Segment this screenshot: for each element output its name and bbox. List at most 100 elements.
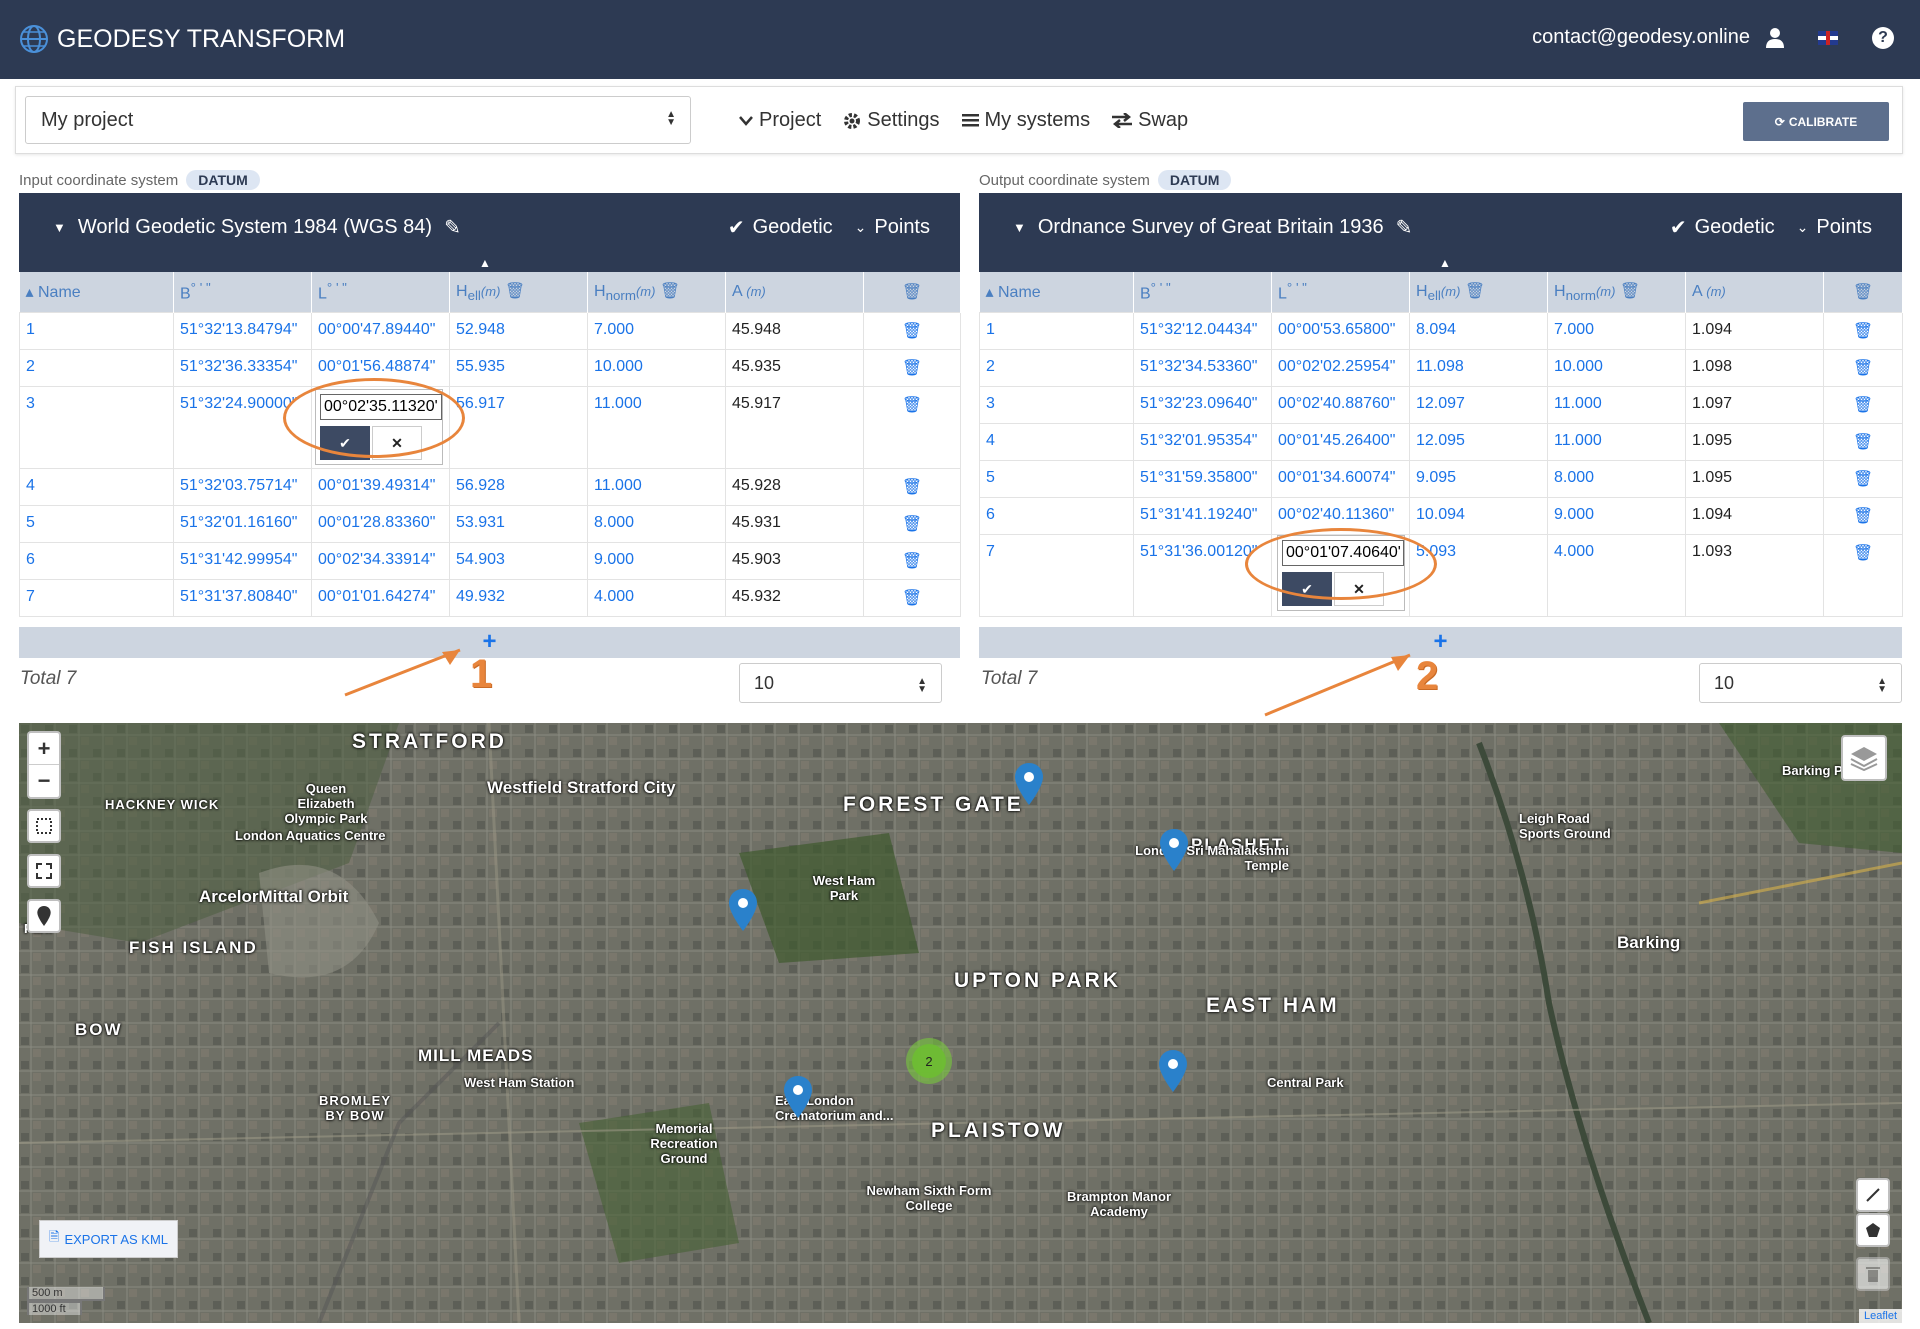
ellipsoidal-height[interactable]: 54.903 [449, 541, 588, 580]
trash-icon[interactable]: 🗑 [1620, 283, 1640, 300]
map-marker-icon[interactable] [784, 1076, 812, 1118]
normal-height[interactable]: 7.000 [1547, 311, 1686, 350]
marker-cluster[interactable]: 2 [906, 1038, 952, 1084]
normal-height[interactable]: 11.000 [1547, 385, 1686, 424]
point-name[interactable]: 5 [979, 459, 1134, 498]
inline-edit-input[interactable] [320, 394, 442, 420]
location-marker-icon[interactable] [27, 899, 61, 933]
user-icon[interactable] [1766, 27, 1784, 48]
latitude[interactable]: 51°32'13.84794" [173, 311, 312, 350]
point-name[interactable]: 6 [19, 541, 174, 580]
delete-row-icon[interactable]: 🗑 [1823, 422, 1903, 461]
col-b[interactable]: B° ' " [1133, 272, 1272, 312]
add-point-button[interactable]: + [979, 626, 1902, 658]
collapse-chevron-icon[interactable]: ▲ [1439, 256, 1451, 270]
draw-line-icon[interactable] [1856, 1178, 1890, 1212]
latitude[interactable]: 51°32'36.33354" [173, 348, 312, 387]
map-marker-icon[interactable] [1159, 1050, 1187, 1092]
select-area-icon[interactable] [27, 809, 61, 843]
table-row[interactable]: 3 51°32'24.90000" 56.917 11.000 45.917 🗑 [19, 385, 961, 469]
latitude[interactable]: 51°32'01.16160" [173, 504, 312, 543]
normal-height[interactable]: 11.000 [587, 467, 726, 506]
collapse-chevron-icon[interactable]: ▲ [479, 256, 491, 270]
ellipsoidal-height[interactable]: 8.094 [1409, 311, 1548, 350]
edit-icon[interactable]: ✎ [1396, 215, 1413, 240]
ellipsoidal-height[interactable]: 52.948 [449, 311, 588, 350]
delete-row-icon[interactable]: 🗑 [863, 541, 961, 580]
calibrate-button[interactable]: ⟳ CALIBRATE [1743, 102, 1889, 141]
ellipsoidal-height[interactable]: 56.917 [449, 385, 588, 469]
confirm-edit-button[interactable]: ✔ [1282, 572, 1332, 606]
ellipsoidal-height[interactable]: 5.093 [1409, 533, 1548, 617]
points-dropdown[interactable]: ⌄ Points [855, 215, 930, 240]
delete-row-icon[interactable]: 🗑 [1823, 533, 1903, 617]
ellipsoidal-height[interactable]: 10.094 [1409, 496, 1548, 535]
table-row[interactable]: 7 51°31'37.80840" 00°01'01.64274" 49.932 4.0… [19, 578, 961, 617]
ellipsoidal-height[interactable]: 12.095 [1409, 422, 1548, 461]
help-icon[interactable]: ? [1872, 26, 1894, 49]
delete-row-icon[interactable]: 🗑 [863, 348, 961, 387]
point-name[interactable]: 2 [19, 348, 174, 387]
cancel-edit-button[interactable]: ✕ [1334, 572, 1384, 606]
point-name[interactable]: 3 [979, 385, 1134, 424]
latitude[interactable]: 51°31'59.35800" [1133, 459, 1272, 498]
map-marker-icon[interactable] [1160, 829, 1188, 871]
latitude[interactable]: 51°31'41.19240" [1133, 496, 1272, 535]
delete-all-icon[interactable]: 🗑 [863, 272, 961, 312]
ellipsoidal-height[interactable]: 56.928 [449, 467, 588, 506]
normal-height[interactable]: 10.000 [1547, 348, 1686, 387]
col-h-ell[interactable]: Hell(m) 🗑 [1409, 272, 1548, 312]
latitude[interactable]: 51°32'12.04434" [1133, 311, 1272, 350]
geodetic-toggle[interactable]: ✔ Geodetic [728, 215, 833, 240]
longitude[interactable]: 00°00'47.89440" [311, 311, 450, 350]
col-h-norm[interactable]: Hnorm(m) 🗑 [587, 272, 726, 312]
ellipsoidal-height[interactable]: 53.931 [449, 504, 588, 543]
col-name[interactable]: ▴ Name [19, 272, 174, 312]
export-kml-button[interactable]: 🗎 EXPORT AS KML [39, 1220, 178, 1258]
zoom-out-button[interactable]: − [29, 765, 59, 797]
trash-icon[interactable]: 🗑 [505, 283, 525, 300]
table-row[interactable]: 1 51°32'13.84794" 00°00'47.89440" 52.948 7.0… [19, 311, 961, 350]
point-name[interactable]: 5 [19, 504, 174, 543]
uk-flag-icon[interactable] [1818, 30, 1838, 45]
project-select[interactable]: My project ▲ ▼ [25, 96, 691, 144]
zoom-in-button[interactable]: + [29, 733, 59, 765]
table-row[interactable]: 6 51°31'42.99954" 00°02'34.33914" 54.903 9.0… [19, 541, 961, 580]
col-h-ell[interactable]: Hell(m) 🗑 [449, 272, 588, 312]
normal-height[interactable]: 9.000 [587, 541, 726, 580]
trash-icon[interactable]: 🗑 [1465, 283, 1485, 300]
col-a[interactable]: A (m) [1685, 272, 1824, 312]
longitude[interactable]: 00°02'40.11360" [1271, 496, 1410, 535]
brand[interactable]: GEODESY TRANSFORM [19, 24, 345, 54]
normal-height[interactable]: 11.000 [587, 385, 726, 469]
tab-project[interactable]: Project [739, 109, 821, 132]
edit-icon[interactable]: ✎ [444, 215, 461, 240]
inline-edit-input[interactable] [1282, 540, 1404, 566]
normal-height[interactable]: 7.000 [587, 311, 726, 350]
ellipsoidal-height[interactable]: 49.932 [449, 578, 588, 617]
delete-all-icon[interactable]: 🗑 [1823, 272, 1903, 312]
table-row[interactable]: 3 51°32'23.09640" 00°02'40.88760" 12.097 11.… [979, 385, 1903, 424]
table-row[interactable]: 2 51°32'36.33354" 00°01'56.48874" 55.935 10.… [19, 348, 961, 387]
delete-row-icon[interactable]: 🗑 [1823, 348, 1903, 387]
longitude[interactable]: 00°02'02.25954" [1271, 348, 1410, 387]
col-l[interactable]: L° ' " [311, 272, 450, 312]
longitude[interactable]: 00°01'39.49314" [311, 467, 450, 506]
point-name[interactable]: 7 [979, 533, 1134, 617]
ellipsoidal-height[interactable]: 9.095 [1409, 459, 1548, 498]
ellipsoidal-height[interactable]: 12.097 [1409, 385, 1548, 424]
tab-settings[interactable]: Settings [843, 109, 940, 132]
layers-icon[interactable] [1841, 735, 1887, 781]
normal-height[interactable]: 8.000 [1547, 459, 1686, 498]
point-name[interactable]: 3 [19, 385, 174, 469]
delete-row-icon[interactable]: 🗑 [1823, 496, 1903, 535]
input-page-size-select[interactable]: 10 ▲ ▼ [739, 663, 942, 703]
ellipsoidal-height[interactable]: 55.935 [449, 348, 588, 387]
normal-height[interactable]: 9.000 [1547, 496, 1686, 535]
output-page-size-select[interactable]: 10 ▲ ▼ [1699, 663, 1902, 703]
map-view[interactable]: STRATFORD FOREST GATE PLASHET UPTON PARK… [19, 723, 1902, 1323]
point-name[interactable]: 7 [19, 578, 174, 617]
table-row[interactable]: 5 51°32'01.16160" 00°01'28.83360" 53.931 8.0… [19, 504, 961, 543]
normal-height[interactable]: 10.000 [587, 348, 726, 387]
latitude[interactable]: 51°31'42.99954" [173, 541, 312, 580]
